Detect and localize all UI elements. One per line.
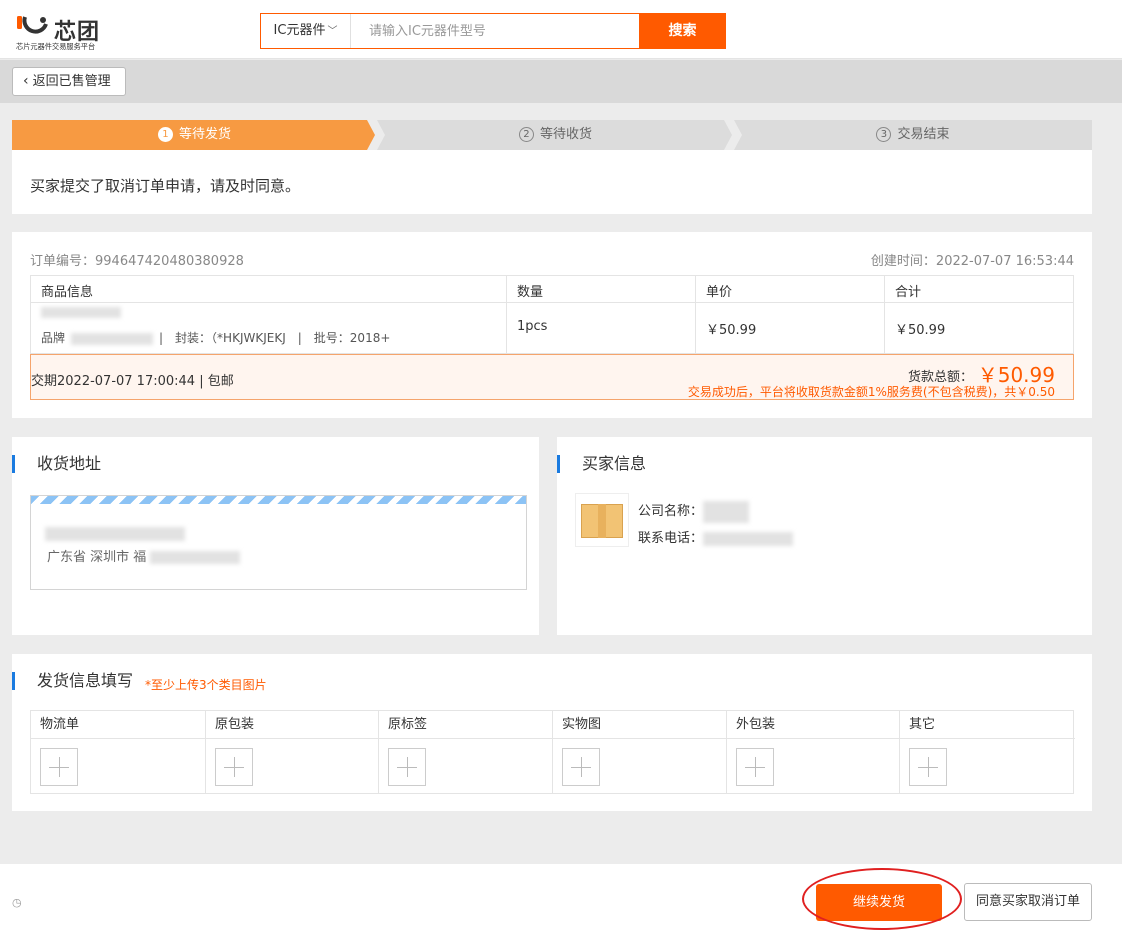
table-row: 品牌 | 封装：（*HKJWKJEKJ | 批号：2018+ 1pcs ￥50.9…: [31, 303, 1073, 353]
package-image: [575, 493, 629, 547]
envelope-stripe: [31, 496, 526, 504]
service-fee-note: 交易成功后，平台将收取货款金额1%服务费(不包含税费)，共￥0.50: [687, 385, 1055, 399]
logo-slogan: 芯片元器件交易服务平台: [16, 42, 96, 51]
box-icon: [581, 504, 623, 538]
step-label: 等待收货: [539, 127, 592, 142]
brand-label: 品牌: [41, 331, 66, 345]
buyer-info-card: 买家信息 公司名称： 联系电话：: [557, 437, 1092, 635]
highlight-ring: [802, 868, 962, 930]
upload-column: 原标签: [379, 711, 553, 793]
section-title: 发货信息填写: [12, 672, 133, 690]
upload-plus-icon[interactable]: [909, 748, 947, 786]
table-header-row: 商品信息 数量 单价 合计: [31, 276, 1073, 303]
unit-price-cell: ￥50.99: [696, 303, 885, 353]
back-button[interactable]: ‹ 返回已售管理: [12, 67, 126, 96]
company-name-row: 公司名称：: [638, 500, 750, 523]
upload-column: 实物图: [553, 711, 727, 793]
company-redacted: [703, 500, 750, 523]
subtotal-cell: ￥50.99: [895, 323, 946, 338]
address-line: 广东省 深圳市 福: [47, 546, 241, 565]
upload-category-label: 实物图: [553, 711, 726, 739]
phone-row: 联系电话：: [638, 527, 794, 546]
product-info-cell: 品牌 | 封装：（*HKJWKJEKJ | 批号：2018+: [31, 303, 507, 353]
column-header: 单价: [696, 276, 885, 302]
upload-category-label: 原包装: [206, 711, 378, 739]
column-header: 数量: [507, 276, 696, 302]
product-name-redacted: [41, 305, 496, 319]
step-number: 3: [876, 127, 892, 142]
phone-label: 联系电话：: [638, 531, 704, 546]
upload-plus-icon[interactable]: [736, 748, 774, 786]
shipping-address-card: 收货地址 广东省 深圳市 福: [12, 437, 539, 635]
search-button[interactable]: 搜索: [639, 13, 726, 49]
section-title: 买家信息: [557, 455, 646, 473]
notice-text: 买家提交了取消订单申请，请及时同意。: [30, 177, 301, 195]
package-batch-text: | 封装：（*HKJWKJEKJ | 批号：2018+: [159, 331, 391, 345]
product-spec: 品牌 | 封装：（*HKJWKJEKJ | 批号：2018+: [41, 329, 496, 346]
search-input[interactable]: [369, 20, 629, 42]
payment-summary: 交期2022-07-07 17:00:44 | 包邮 货款总额： ￥50.99 …: [30, 354, 1074, 400]
step-awaiting-shipment: 1 等待发货: [12, 120, 377, 150]
upload-plus-icon[interactable]: [215, 748, 253, 786]
top-header: 芯团 芯片元器件交易服务平台 IC元器件﹀ 搜索: [0, 0, 1122, 59]
chevron-left-icon: ‹: [23, 73, 29, 89]
column-header: 商品信息: [31, 276, 507, 302]
chevron-down-icon: ﹀: [327, 26, 338, 37]
section-title: 收货地址: [12, 455, 101, 473]
site-logo[interactable]: 芯团 芯片元器件交易服务平台: [16, 14, 116, 52]
upload-column: 原包装: [206, 711, 379, 793]
created-time: 创建时间：2022-07-07 16:53:44: [870, 254, 1074, 269]
step-label: 交易结束: [897, 127, 950, 142]
goods-table: 商品信息 数量 单价 合计 品牌 | 封装：（*HKJWKJEKJ | 批号：20…: [30, 275, 1074, 354]
order-progress-steps: 1 等待发货 2 等待收货 3 交易结束: [12, 120, 1092, 150]
address-text: 广东省 深圳市 福: [47, 550, 147, 565]
upload-plus-icon[interactable]: [388, 748, 426, 786]
step-transaction-complete: 3 交易结束: [734, 120, 1092, 150]
quantity-cell: 1pcs: [507, 303, 696, 353]
delivery-info: 交期2022-07-07 17:00:44 | 包邮: [31, 374, 234, 389]
order-card: 订单编号：994647420480380928 创建时间：2022-07-07 …: [12, 232, 1092, 418]
upload-table: 物流单 原包装 原标签 实物图 外包装 其它: [30, 710, 1075, 794]
recipient-redacted: [45, 526, 185, 542]
step-label: 等待发货: [178, 127, 231, 142]
cancel-request-notice: 买家提交了取消订单申请，请及时同意。: [12, 150, 1092, 214]
address-redacted: [150, 551, 241, 564]
upload-plus-icon[interactable]: [562, 748, 600, 786]
category-select[interactable]: IC元器件 ﹀: [261, 14, 351, 48]
brand-redacted: [71, 332, 154, 345]
logo-mark-icon: [17, 16, 48, 34]
phone-redacted: [703, 531, 794, 546]
order-number: 订单编号：994647420480380928: [30, 254, 244, 269]
category-label: IC元器件: [273, 23, 326, 38]
upload-category-label: 其它: [900, 711, 1075, 739]
column-header: 合计: [895, 285, 922, 300]
back-button-label: 返回已售管理: [32, 74, 111, 89]
address-envelope: 广东省 深圳市 福: [30, 495, 527, 590]
back-bar: ‹ 返回已售管理: [0, 60, 1122, 103]
search-bar: IC元器件﹀ 搜索: [260, 13, 726, 49]
required-note: *至少上传3个类目图片: [145, 678, 267, 692]
clock-icon[interactable]: ◷: [12, 896, 22, 909]
agree-cancel-order-button[interactable]: 同意买家取消订单: [964, 883, 1092, 921]
upload-category-label: 物流单: [31, 711, 205, 739]
upload-column: 其它: [900, 711, 1075, 793]
upload-category-label: 原标签: [379, 711, 552, 739]
step-number: 2: [518, 127, 534, 142]
company-label: 公司名称：: [638, 504, 704, 519]
shipping-info-card: 发货信息填写 *至少上传3个类目图片 物流单 原包装 原标签 实物图 外包装 其…: [12, 654, 1092, 811]
step-number: 1: [157, 127, 173, 142]
upload-column: 物流单: [31, 711, 206, 793]
upload-plus-icon[interactable]: [40, 748, 78, 786]
step-awaiting-receipt: 2 等待收货: [377, 120, 734, 150]
upload-category-label: 外包装: [727, 711, 899, 739]
upload-column: 外包装: [727, 711, 900, 793]
